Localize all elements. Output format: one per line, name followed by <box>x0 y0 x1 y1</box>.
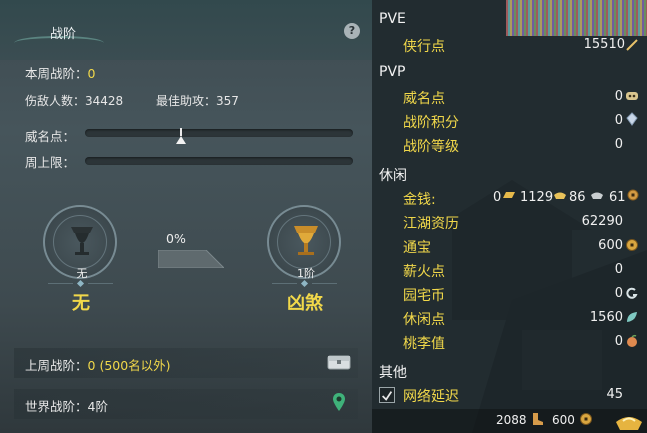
week-rank-row: 本周战阶：0 <box>25 63 95 82</box>
yuanzhai-value: 0 <box>614 286 623 301</box>
pvp-heading: PVP <box>379 64 406 80</box>
gold-bar-icon <box>503 192 515 198</box>
assist-row: 最佳助攻：357 <box>156 92 239 109</box>
prestige-points-value: 0 <box>614 89 623 104</box>
week-rank-label: 本周战阶： <box>25 66 88 81</box>
boot-icon <box>533 413 543 425</box>
leaf-icon <box>627 312 637 322</box>
gold-ingot-icon <box>554 192 566 199</box>
xinhuo-label: 薪火点 <box>403 264 445 280</box>
divider-line <box>312 283 337 284</box>
chest-icon[interactable] <box>327 353 351 371</box>
copper-coin-icon <box>627 189 639 201</box>
weekly-cap-label: 周上限： <box>25 155 76 170</box>
coin-icon <box>626 239 638 251</box>
jianghu-label: 江湖资历 <box>403 216 459 232</box>
progress-arrow-icon <box>158 250 224 268</box>
check-icon <box>382 391 393 401</box>
prestige-marker-line <box>180 128 183 136</box>
money-label: 金钱: <box>403 192 436 208</box>
panel-title: 战阶 <box>50 27 77 42</box>
coin-icon <box>580 413 592 425</box>
silver-ingot-icon <box>591 192 603 199</box>
yuanzhai-label: 园宅币 <box>403 288 445 304</box>
rank-level-value: 0 <box>614 137 623 152</box>
latency-checkbox[interactable] <box>379 387 395 403</box>
xinhuo-value: 0 <box>614 262 623 277</box>
peach-icon <box>627 334 637 347</box>
prestige-label: 威名点： <box>25 129 76 144</box>
rank-score-value: 0 <box>614 113 623 128</box>
prestige-points-label: 威名点 <box>403 91 445 107</box>
divider-line <box>272 283 297 284</box>
feather-icon <box>626 39 638 51</box>
rank-score-label: 战阶积分 <box>403 115 459 131</box>
current-level-label: 无 <box>76 267 88 280</box>
money-value-1: 1129 <box>520 190 554 205</box>
last-week-row: 上周战阶：0 (500名以外) <box>25 355 171 374</box>
world-row: 世界战阶：4阶 <box>25 396 108 415</box>
taoli-label: 桃李值 <box>403 336 445 352</box>
current-rank-medal: 无 <box>43 205 117 280</box>
house-coin-icon <box>626 287 638 299</box>
latency-label: 网络延迟 <box>403 389 459 405</box>
current-rank-name: 无 <box>72 293 90 314</box>
bottom-left-value: 2088 <box>496 413 527 427</box>
assist-label: 最佳助攻： <box>156 94 217 108</box>
last-week-label: 上周战阶： <box>25 358 88 373</box>
gold-ingot-icon[interactable] <box>614 410 644 432</box>
week-rank-value: 0 <box>87 66 96 81</box>
money-value-0: 0 <box>493 190 502 205</box>
taoli-value: 0 <box>614 334 623 349</box>
war-rank-panel: 战阶 ? 本周战阶：0 伤敌人数：34428 最佳助攻：357 威名点： 周上限… <box>0 0 372 433</box>
latency-value: 45 <box>606 387 623 402</box>
prestige-marker <box>176 136 187 144</box>
weekly-cap-bar <box>85 157 353 165</box>
leisure-points-value: 1560 <box>589 310 623 325</box>
location-pin-icon[interactable] <box>332 392 346 412</box>
diamond-ornament <box>300 279 309 288</box>
divider-line <box>88 283 113 284</box>
diamond-ornament <box>76 279 85 288</box>
kills-value: 34428 <box>85 94 124 108</box>
buff-strip <box>506 0 647 36</box>
next-rank-medal: 1阶 <box>267 205 341 280</box>
mask-icon <box>626 92 638 100</box>
cauldron-icon <box>71 227 93 255</box>
prestige-bar <box>85 129 353 137</box>
bottom-right-value: 600 <box>552 413 575 427</box>
divider-line <box>48 283 73 284</box>
last-week-value: 0 (500名以外) <box>87 358 171 373</box>
leisure-points-label: 休闲点 <box>403 312 445 328</box>
pve-heading: PVE <box>379 11 406 27</box>
next-rank-name: 凶煞 <box>287 293 323 314</box>
xiaxing-label: 侠行点 <box>403 39 445 55</box>
tongbao-label: 通宝 <box>403 240 431 256</box>
money-value-2: 86 <box>569 190 586 205</box>
help-button[interactable]: ? <box>344 23 360 39</box>
rank-level-label: 战阶等级 <box>403 139 459 155</box>
world-label: 世界战阶： <box>25 399 88 414</box>
other-heading: 其他 <box>379 365 407 381</box>
currency-panel: PVE 侠行点 15510 PVP 威名点 0 战阶积分 0 战阶等级 0 休闲… <box>372 0 647 433</box>
money-value-3: 61 <box>609 190 626 205</box>
kills-label: 伤敌人数： <box>25 94 86 108</box>
panel-header: 战阶 ? <box>0 14 372 48</box>
progress-percent: 0% <box>166 231 186 246</box>
kills-row: 伤敌人数：34428 <box>25 92 123 109</box>
leisure-heading: 休闲 <box>379 168 407 184</box>
xiaxing-value: 15510 <box>583 37 625 52</box>
assist-value: 357 <box>216 94 239 108</box>
crystal-icon <box>626 112 638 126</box>
golden-cauldron-icon <box>294 226 318 255</box>
jianghu-value: 62290 <box>581 214 623 229</box>
world-value: 4阶 <box>87 399 108 414</box>
tongbao-value: 600 <box>598 238 623 253</box>
next-level-label: 1阶 <box>297 267 315 280</box>
